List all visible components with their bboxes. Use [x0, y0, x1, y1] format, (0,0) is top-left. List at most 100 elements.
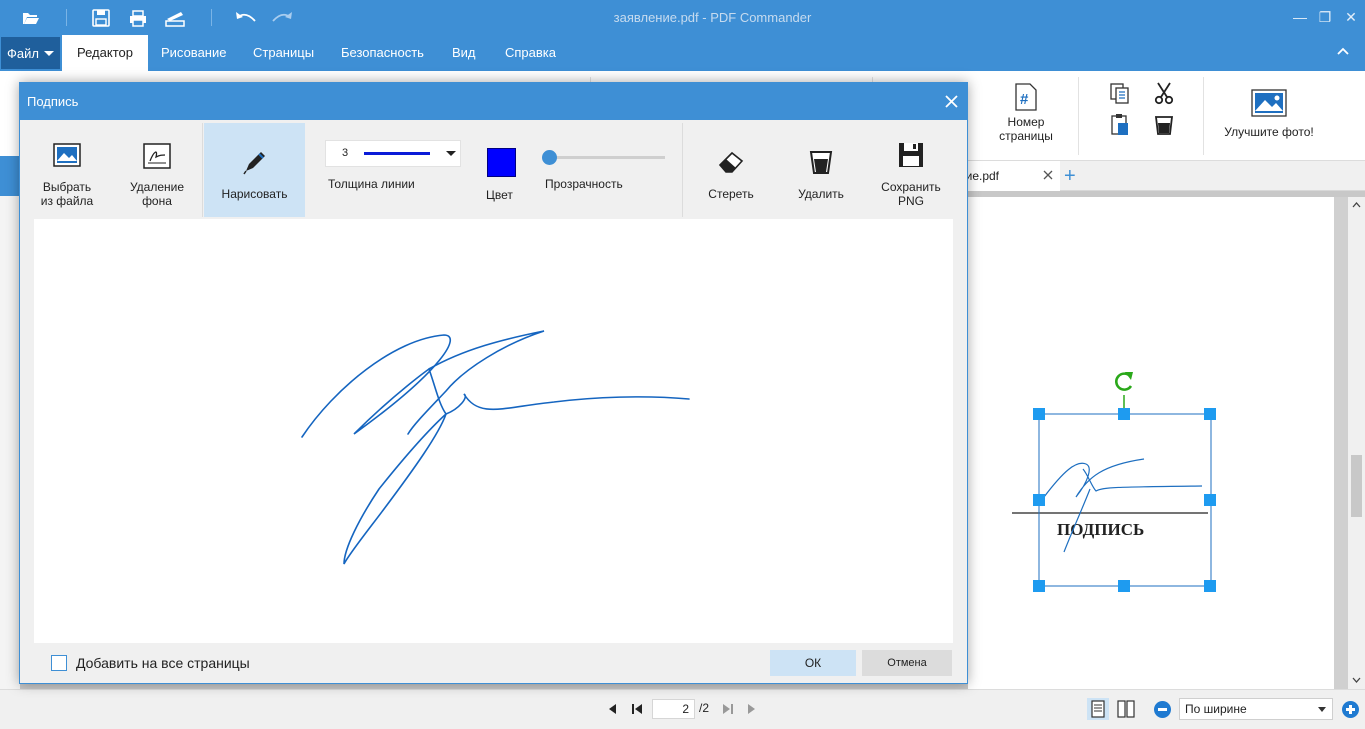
signature-canvas[interactable]: [34, 219, 953, 643]
single-page-view-icon[interactable]: [1087, 698, 1109, 720]
tab-document[interactable]: ние.pdf: [959, 161, 1060, 191]
resize-handle[interactable]: [1204, 580, 1216, 592]
next-page-icon[interactable]: [744, 702, 758, 716]
zoom-in-icon[interactable]: [1342, 701, 1359, 718]
from-file-button[interactable]: Выбрать из файла: [29, 123, 105, 217]
first-page-icon[interactable]: [630, 702, 644, 716]
zoom-out-icon[interactable]: [1154, 701, 1171, 718]
save-icon: [899, 143, 923, 167]
page-total: /2: [699, 701, 710, 715]
rotate-handle-icon[interactable]: [1112, 369, 1136, 396]
copy-icon[interactable]: [1108, 81, 1132, 108]
draw-label: Нарисовать: [221, 187, 288, 201]
delete-icon[interactable]: [1152, 113, 1176, 140]
from-file-label: Выбрать: [42, 180, 92, 194]
apply-all-pages-label: Добавить на все страницы: [76, 655, 250, 671]
trash-icon: [809, 151, 833, 174]
remove-background-button[interactable]: Удаление фона: [118, 123, 196, 217]
cancel-button[interactable]: Отмена: [862, 650, 952, 676]
apply-all-pages-checkbox[interactable]: [51, 655, 67, 671]
ribbon-divider: [1203, 77, 1204, 155]
close-icon[interactable]: [945, 95, 958, 108]
line-thickness-select[interactable]: 3: [325, 140, 461, 167]
resize-handle[interactable]: [1033, 408, 1045, 420]
last-page-icon[interactable]: [721, 702, 735, 716]
window-title: заявление.pdf - PDF Commander: [613, 10, 812, 25]
ribbon-divider: [1078, 77, 1079, 155]
page-gutter: [1334, 197, 1348, 689]
save-png-button[interactable]: Сохранить PNG: [873, 123, 949, 217]
collapse-ribbon-icon[interactable]: [1335, 43, 1355, 63]
delete-button[interactable]: Удалить: [785, 123, 857, 217]
eraser-icon: [718, 151, 744, 173]
chevron-down-icon: [1318, 707, 1326, 712]
resize-handle[interactable]: [1204, 408, 1216, 420]
menu-bar: Файл Редактор Рисование Страницы Безопас…: [0, 35, 1365, 71]
restore-icon[interactable]: ❐: [1314, 7, 1336, 27]
add-tab-icon[interactable]: +: [1064, 166, 1076, 186]
two-page-view-icon[interactable]: [1115, 698, 1137, 720]
signature-dialog: Подпись Выбрать из файла Удаление фона Н…: [19, 82, 968, 684]
from-file-label-2: из файла: [40, 194, 94, 208]
prev-page-icon[interactable]: [606, 702, 620, 716]
erase-label: Стереть: [708, 187, 754, 201]
file-menu-button[interactable]: Файл: [1, 37, 60, 69]
resize-handle[interactable]: [1118, 408, 1130, 420]
hash-icon: #: [1015, 83, 1037, 111]
remove-background-label-2: фона: [142, 194, 172, 208]
file-menu-label: Файл: [7, 45, 39, 61]
resize-handle[interactable]: [1204, 494, 1216, 506]
improve-photo-button[interactable]: Улучшите фото!: [1218, 89, 1320, 139]
close-window-icon[interactable]: ✕: [1340, 7, 1362, 27]
cut-icon[interactable]: [1152, 81, 1176, 108]
title-bar: заявление.pdf - PDF Commander — ❐ ✕: [0, 0, 1365, 35]
pen-icon: [242, 152, 265, 175]
draw-button[interactable]: Нарисовать: [204, 123, 305, 217]
transparency-slider-handle[interactable]: [542, 150, 557, 165]
vertical-scrollbar[interactable]: [1348, 197, 1365, 689]
scroll-up-icon[interactable]: [1352, 201, 1361, 210]
chevron-down-icon: [446, 151, 456, 156]
minimize-icon[interactable]: —: [1289, 7, 1311, 27]
photo-icon: [1251, 89, 1287, 117]
document-canvas: ПОДПИСЬ: [1012, 395, 1212, 587]
resize-handle[interactable]: [1033, 580, 1045, 592]
ok-button[interactable]: ОК: [770, 650, 856, 676]
color-label: Цвет: [486, 188, 513, 202]
dialog-title: Подпись: [20, 83, 967, 120]
transparency-slider[interactable]: [548, 156, 665, 159]
tab-help[interactable]: Справка: [505, 35, 556, 71]
erase-button[interactable]: Стереть: [695, 123, 767, 217]
zoom-mode-select[interactable]: По ширине: [1179, 698, 1333, 720]
image-icon: [53, 143, 81, 167]
resize-handle[interactable]: [1033, 494, 1045, 506]
tab-security[interactable]: Безопасность: [341, 35, 424, 71]
line-thickness-value: 3: [342, 147, 349, 159]
paste-icon[interactable]: [1108, 113, 1132, 140]
tab-view[interactable]: Вид: [452, 35, 476, 71]
scroll-down-icon[interactable]: [1352, 675, 1361, 684]
scroll-thumb[interactable]: [1351, 455, 1362, 517]
toolbar-divider: [682, 123, 683, 217]
status-bar: 2 /2 По ширине: [0, 689, 1365, 729]
signature-bg-icon: [143, 143, 171, 169]
chevron-down-icon: [43, 50, 54, 56]
left-toolbar: [0, 161, 20, 691]
home-icon[interactable]: [0, 156, 20, 196]
tab-editor[interactable]: Редактор: [62, 35, 148, 71]
line-thickness-label: Толщина линии: [328, 177, 415, 191]
toolbar-divider: [202, 123, 203, 217]
color-swatch[interactable]: [487, 148, 516, 177]
line-sample: [364, 152, 430, 155]
zoom-mode-value: По ширине: [1185, 702, 1247, 716]
page-number-input[interactable]: 2: [652, 699, 695, 719]
tab-pages[interactable]: Страницы: [253, 35, 314, 71]
resize-handle[interactable]: [1118, 580, 1130, 592]
page-number-button[interactable]: # Номер страницы: [990, 83, 1062, 143]
close-tab-icon[interactable]: [1042, 169, 1054, 181]
tab-drawing[interactable]: Рисование: [161, 35, 226, 71]
save-png-label: Сохранить: [881, 180, 941, 194]
signature-drawing: [301, 330, 690, 565]
document-page[interactable]: ПОДПИСЬ: [968, 197, 1334, 689]
transparency-label: Прозрачность: [545, 177, 623, 191]
